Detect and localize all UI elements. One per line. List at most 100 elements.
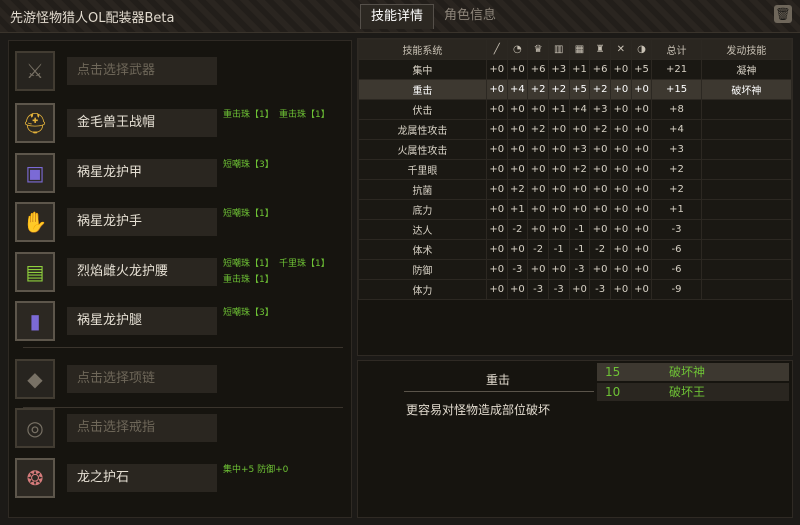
equipment-slot[interactable]: ⛑ 金毛兽王战帽 重击珠【1】 重击珠【1】 [15, 103, 345, 147]
skill-row[interactable]: 龙属性攻击 +0 +0 +2 +0 +0 +2 +0 +0 +4 [358, 119, 793, 140]
skill-point-cell: +0 [610, 219, 632, 240]
equipment-slot[interactable]: ▮ 祸星龙护腿 短嘲珠【3】 [15, 301, 345, 345]
skill-point-cell: +0 [506, 59, 529, 80]
equipment-slot-label[interactable]: 祸星龙护甲 [67, 159, 217, 187]
equipment-slot[interactable]: ▤ 烈焰雌火龙护腰 短嘲珠【1】 千里珠【1】 重击珠【1】 [15, 252, 345, 296]
skill-point-cell: +0 [630, 279, 653, 300]
ring-slot-icon[interactable]: ◎ [15, 408, 55, 448]
gem-tag: 短嘲珠【3】 [223, 308, 274, 318]
equipment-slot[interactable]: ⚔ 点击选择武器 [15, 51, 345, 95]
skill-point-cell: +0 [485, 139, 508, 160]
gem-tag: 重击珠【1】 [279, 110, 330, 120]
skill-point-cell: +6 [527, 59, 549, 80]
equipment-slot-label[interactable]: 烈焰雌火龙护腰 [67, 258, 217, 286]
equipment-slot[interactable]: ◎ 点击选择戒指 [15, 408, 345, 452]
skill-name: 火属性攻击 [358, 139, 487, 160]
activated-skill [700, 179, 793, 200]
weapon-slot-icon[interactable]: ⚔ [15, 51, 55, 91]
skill-row[interactable]: 伏击 +0 +0 +0 +1 +4 +3 +0 +0 +8 [358, 99, 793, 120]
leg-armor-icon[interactable]: ▮ [15, 301, 55, 341]
equipment-slot-label[interactable]: 祸星龙护腿 [67, 307, 217, 335]
equipment-slot-label[interactable]: 点击选择武器 [67, 57, 217, 85]
skill-requirement-row: 15 破坏神 [597, 363, 789, 381]
skill-detail-panel: 重击 更容易对怪物造成部位破坏 15 破坏神 10 破坏王 [357, 360, 793, 518]
helmet-icon[interactable]: ⛑ [15, 103, 55, 143]
skill-point-cell: +0 [547, 259, 570, 280]
tab-skill-details[interactable]: 技能详情 [360, 4, 435, 29]
skill-total: -6 [651, 239, 702, 260]
equipment-slot-label[interactable]: 点击选择项链 [67, 365, 217, 393]
skill-name: 重击 [358, 79, 487, 100]
skill-row[interactable]: 千里眼 +0 +0 +0 +0 +2 +0 +0 +0 +2 [358, 159, 793, 180]
skill-point-cell: +0 [630, 179, 653, 200]
skill-row[interactable]: 火属性攻击 +0 +0 +0 +0 +3 +0 +0 +0 +3 [358, 139, 793, 160]
skill-point-cell: +0 [527, 199, 549, 220]
requirement-skill-name: 破坏神 [669, 365, 706, 379]
skill-point-cell: +0 [547, 159, 570, 180]
waist-armor-icon[interactable]: ▤ [15, 252, 55, 292]
skill-point-cell: -2 [589, 239, 611, 260]
activated-skill [700, 239, 793, 260]
charm-icon[interactable]: ❂ [15, 458, 55, 498]
activated-skill: 破坏神 [700, 79, 793, 100]
skill-point-cell: +0 [630, 219, 653, 240]
waist-icon: ▦ [568, 39, 591, 60]
section-divider [23, 407, 343, 408]
skill-row[interactable]: 底力 +0 +1 +0 +0 +0 +0 +0 +0 +1 [358, 199, 793, 220]
skill-row[interactable]: 防御 +0 -3 +0 +0 -3 +0 +0 +0 -6 [358, 259, 793, 280]
skill-total: +8 [651, 99, 702, 120]
skill-row[interactable]: 达人 +0 -2 +0 +0 -1 +0 +0 +0 -3 [358, 219, 793, 240]
gauntlet-icon[interactable]: ✋ [15, 202, 55, 242]
skill-point-cell: +0 [630, 99, 653, 120]
skill-point-cell: +1 [568, 59, 591, 80]
equipment-slot[interactable]: ▣ 祸星龙护甲 短嘲珠【3】 [15, 153, 345, 197]
skill-point-cell: +0 [610, 79, 632, 100]
equipment-slot-label[interactable]: 龙之护石 [67, 464, 217, 492]
skill-point-cell: +0 [506, 279, 529, 300]
chest-armor-icon[interactable]: ▣ [15, 153, 55, 193]
skill-point-cell: +3 [589, 99, 611, 120]
activated-skill [700, 259, 793, 280]
skill-row[interactable]: 重击 +0 +4 +2 +2 +5 +2 +0 +0 +15 破坏神 [358, 79, 793, 100]
skill-point-cell: -3 [547, 279, 570, 300]
skill-point-cell: +0 [630, 239, 653, 260]
equipment-slot-label[interactable]: 祸星龙护手 [67, 208, 217, 236]
skill-row[interactable]: 抗菌 +0 +2 +0 +0 +0 +0 +0 +0 +2 [358, 179, 793, 200]
necklace-slot-icon[interactable]: ◆ [15, 359, 55, 399]
equipment-panel: ⚔ 点击选择武器 ⛑ 金毛兽王战帽 重击珠【1】 重击珠【1】 ▣ 祸星龙护甲 短嘲珠【3】 ✋ 祸… [8, 40, 352, 518]
skill-point-cell: +0 [589, 199, 611, 220]
skill-point-cell: +0 [547, 199, 570, 220]
header-activated-skill: 发动技能 [700, 39, 793, 60]
skill-total: +15 [651, 79, 702, 100]
skill-table-panel: 技能系统 ╱ ◔ ♛ ▥ ▦ ♜ ✕ ◑ 总计 发动技能 集中 +0 +0 +6 +3 +1 +6 +0 +5 +2… [357, 38, 793, 356]
skill-table: 技能系统 ╱ ◔ ♛ ▥ ▦ ♜ ✕ ◑ 总计 发动技能 集中 +0 +0 +6 +3 +1 +6 +0 +5 +2… [358, 39, 793, 300]
skill-row[interactable]: 体术 +0 +0 -2 -1 -1 -2 +0 +0 -6 [358, 239, 793, 260]
skill-total: +3 [651, 139, 702, 160]
equipment-slot[interactable]: ✋ 祸星龙护手 短嘲珠【1】 [15, 202, 345, 246]
skill-point-cell: +0 [568, 119, 591, 140]
skill-name: 龙属性攻击 [358, 119, 487, 140]
skill-row[interactable]: 集中 +0 +0 +6 +3 +1 +6 +0 +5 +21 凝神 [358, 59, 793, 80]
leg-icon: ♜ [589, 39, 611, 60]
equipment-slot[interactable]: ◆ 点击选择项链 [15, 359, 345, 403]
skill-point-cell: +2 [527, 119, 549, 140]
equipment-slot-label[interactable]: 金毛兽王战帽 [67, 109, 217, 137]
skill-requirements: 15 破坏神 10 破坏王 [597, 363, 789, 401]
tab-character-info[interactable]: 角色信息 [434, 4, 506, 28]
skill-point-cell: +0 [568, 279, 591, 300]
skill-point-cell: +0 [527, 99, 549, 120]
section-divider [23, 347, 343, 348]
arm-icon: ▥ [547, 39, 570, 60]
equipment-slot[interactable]: ❂ 龙之护石 集中+5 防御+0 [15, 458, 345, 502]
trash-icon[interactable]: 🗑 [774, 5, 792, 23]
gem-tag: 短嘲珠【1】 [223, 209, 274, 219]
skill-point-cell: +0 [506, 139, 529, 160]
skill-point-cell: +0 [547, 139, 570, 160]
skill-total: -3 [651, 219, 702, 240]
equipment-slot-label[interactable]: 点击选择戒指 [67, 414, 217, 442]
skill-point-cell: +0 [485, 59, 508, 80]
skill-point-cell: +0 [610, 139, 632, 160]
skill-row[interactable]: 体力 +0 +0 -3 -3 +0 -3 +0 +0 -9 [358, 279, 793, 300]
skill-total: +21 [651, 59, 702, 80]
skill-point-cell: +5 [568, 79, 591, 100]
